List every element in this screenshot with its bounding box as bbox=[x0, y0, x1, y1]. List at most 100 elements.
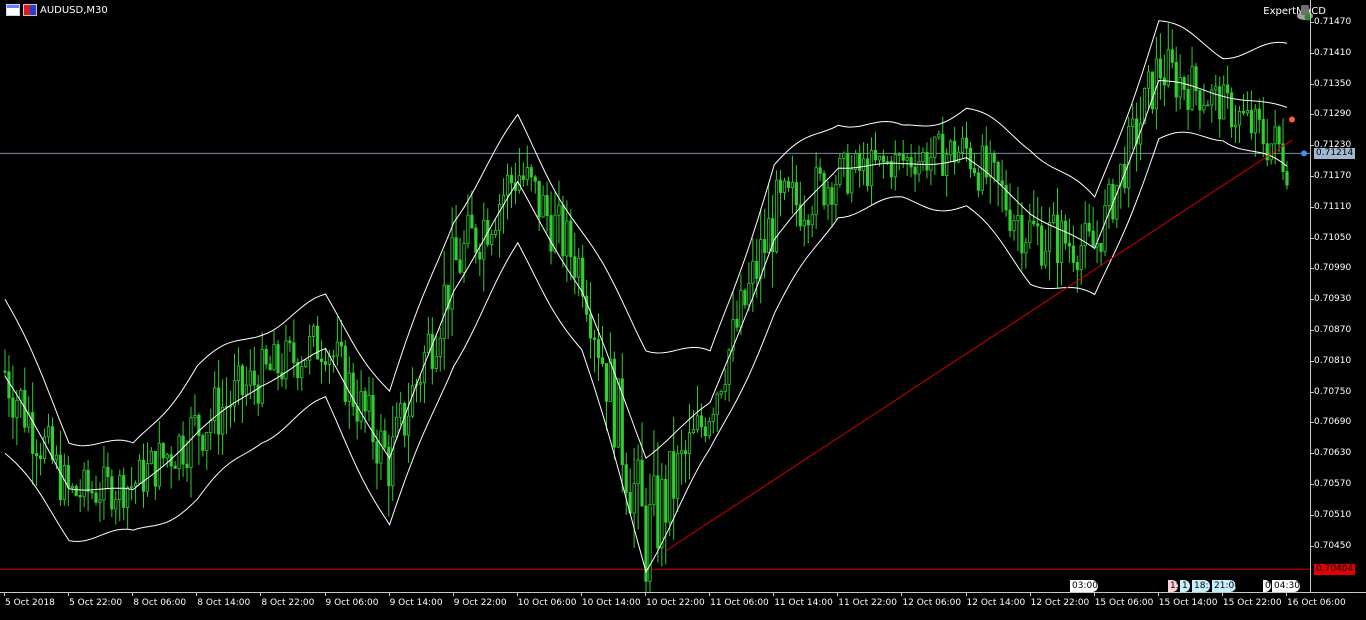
time-tick bbox=[196, 592, 198, 596]
time-tick bbox=[965, 592, 967, 596]
candle-body bbox=[252, 370, 256, 386]
chart-window[interactable]: AUDUSD,M30 ExpertMACD 0.71470 0.71410 0.71… bbox=[0, 0, 1366, 620]
candle-body bbox=[838, 158, 842, 185]
candle-body bbox=[905, 156, 909, 161]
candle-body bbox=[723, 384, 727, 392]
candle-body bbox=[410, 385, 415, 417]
candle-body bbox=[458, 259, 462, 273]
time-label: 15 Oct 06:00 bbox=[1094, 598, 1154, 608]
time-label: 15 Oct 14:00 bbox=[1158, 598, 1218, 608]
candle-body bbox=[1016, 214, 1020, 221]
candle-body bbox=[1281, 143, 1285, 172]
candle-body bbox=[74, 485, 78, 496]
candle-body bbox=[1044, 250, 1048, 266]
candle-body bbox=[790, 182, 795, 188]
candle-body bbox=[1166, 49, 1170, 86]
candle-body bbox=[533, 176, 537, 182]
candle-body bbox=[941, 133, 945, 176]
time-tick bbox=[388, 592, 390, 596]
session-time-tag[interactable]: 21:00 bbox=[1212, 580, 1236, 592]
candle-body bbox=[1099, 242, 1103, 252]
candle-body bbox=[577, 257, 581, 278]
time-tick bbox=[452, 592, 454, 596]
candle-body bbox=[244, 384, 248, 396]
candle-body bbox=[240, 365, 245, 396]
candle-body bbox=[260, 348, 264, 404]
candle-body bbox=[193, 414, 197, 419]
time-label: 11 Oct 14:00 bbox=[774, 598, 833, 608]
candle-body bbox=[1000, 180, 1004, 186]
candle-body bbox=[387, 446, 391, 487]
candle-body bbox=[1158, 58, 1162, 79]
time-label: 8 Oct 22:00 bbox=[261, 598, 315, 608]
period-icon[interactable] bbox=[23, 4, 37, 16]
price-plot[interactable] bbox=[0, 0, 1310, 592]
candle-body bbox=[921, 152, 925, 163]
candle-body bbox=[680, 450, 684, 455]
candle-body bbox=[1190, 66, 1194, 110]
session-time-tag[interactable]: 04:30 bbox=[1272, 580, 1300, 592]
candle-body bbox=[561, 204, 565, 257]
candle-body bbox=[1245, 110, 1250, 114]
candle-body bbox=[426, 333, 430, 354]
price-label: 0.70930 bbox=[1314, 294, 1352, 305]
time-tick bbox=[1286, 592, 1287, 596]
candle-body bbox=[137, 459, 142, 484]
candle-body bbox=[62, 465, 66, 501]
candle-body bbox=[668, 451, 672, 523]
candle-body bbox=[315, 325, 320, 360]
time-label: 5 Oct 22:00 bbox=[69, 598, 123, 608]
candle-body bbox=[976, 172, 980, 191]
time-tick bbox=[260, 592, 262, 596]
candle-body bbox=[925, 152, 929, 171]
candle-body bbox=[929, 156, 933, 171]
time-label: 15 Oct 22:00 bbox=[1222, 598, 1282, 608]
candle-body bbox=[1028, 220, 1032, 244]
candle-body bbox=[19, 390, 23, 401]
session-time-tag[interactable]: 03:00 bbox=[1070, 580, 1098, 592]
candle-body bbox=[691, 429, 696, 434]
price-label: 0.71410 bbox=[1314, 47, 1352, 58]
price-label: 0.71350 bbox=[1314, 78, 1352, 89]
candle-body bbox=[7, 371, 11, 399]
candle-body bbox=[774, 179, 779, 252]
candle-body bbox=[165, 454, 169, 459]
candle-body bbox=[909, 156, 913, 168]
candle-body bbox=[604, 363, 609, 402]
candle-body bbox=[15, 399, 19, 418]
price-label: 0.70630 bbox=[1314, 448, 1352, 459]
candle-body bbox=[466, 214, 470, 244]
trade-marker bbox=[1301, 150, 1307, 157]
time-tick bbox=[645, 592, 646, 596]
session-time-tag[interactable]: 18:3 bbox=[1192, 580, 1210, 592]
time-label: 11 Oct 06:00 bbox=[710, 598, 769, 608]
candle-body bbox=[54, 454, 59, 461]
candle-body bbox=[102, 466, 106, 501]
candle-body bbox=[106, 466, 110, 478]
candle-body bbox=[1222, 84, 1226, 120]
candle-body bbox=[537, 180, 541, 218]
candle-body bbox=[854, 153, 858, 170]
symbol-table-icon[interactable] bbox=[6, 4, 20, 16]
candle-body bbox=[217, 387, 221, 435]
chart-title-bar: AUDUSD,M30 bbox=[6, 4, 108, 16]
candle-body bbox=[589, 313, 593, 339]
time-tick bbox=[1093, 592, 1095, 596]
time-tick bbox=[837, 592, 839, 596]
candle-body bbox=[1103, 205, 1107, 252]
candle-body bbox=[865, 158, 870, 187]
candle-body bbox=[292, 342, 296, 363]
candle-body bbox=[1218, 86, 1222, 120]
candle-body bbox=[189, 417, 193, 468]
candle-body bbox=[802, 219, 806, 227]
candle-body bbox=[94, 492, 98, 503]
candle-body bbox=[897, 153, 901, 156]
candle-body bbox=[699, 415, 703, 428]
candle-body bbox=[1273, 126, 1277, 145]
candle-body bbox=[881, 155, 886, 163]
candle-body bbox=[889, 161, 893, 178]
candle-body bbox=[933, 136, 937, 158]
candle-body bbox=[1257, 108, 1261, 120]
candle-body bbox=[161, 443, 165, 459]
candle-body bbox=[703, 426, 707, 437]
